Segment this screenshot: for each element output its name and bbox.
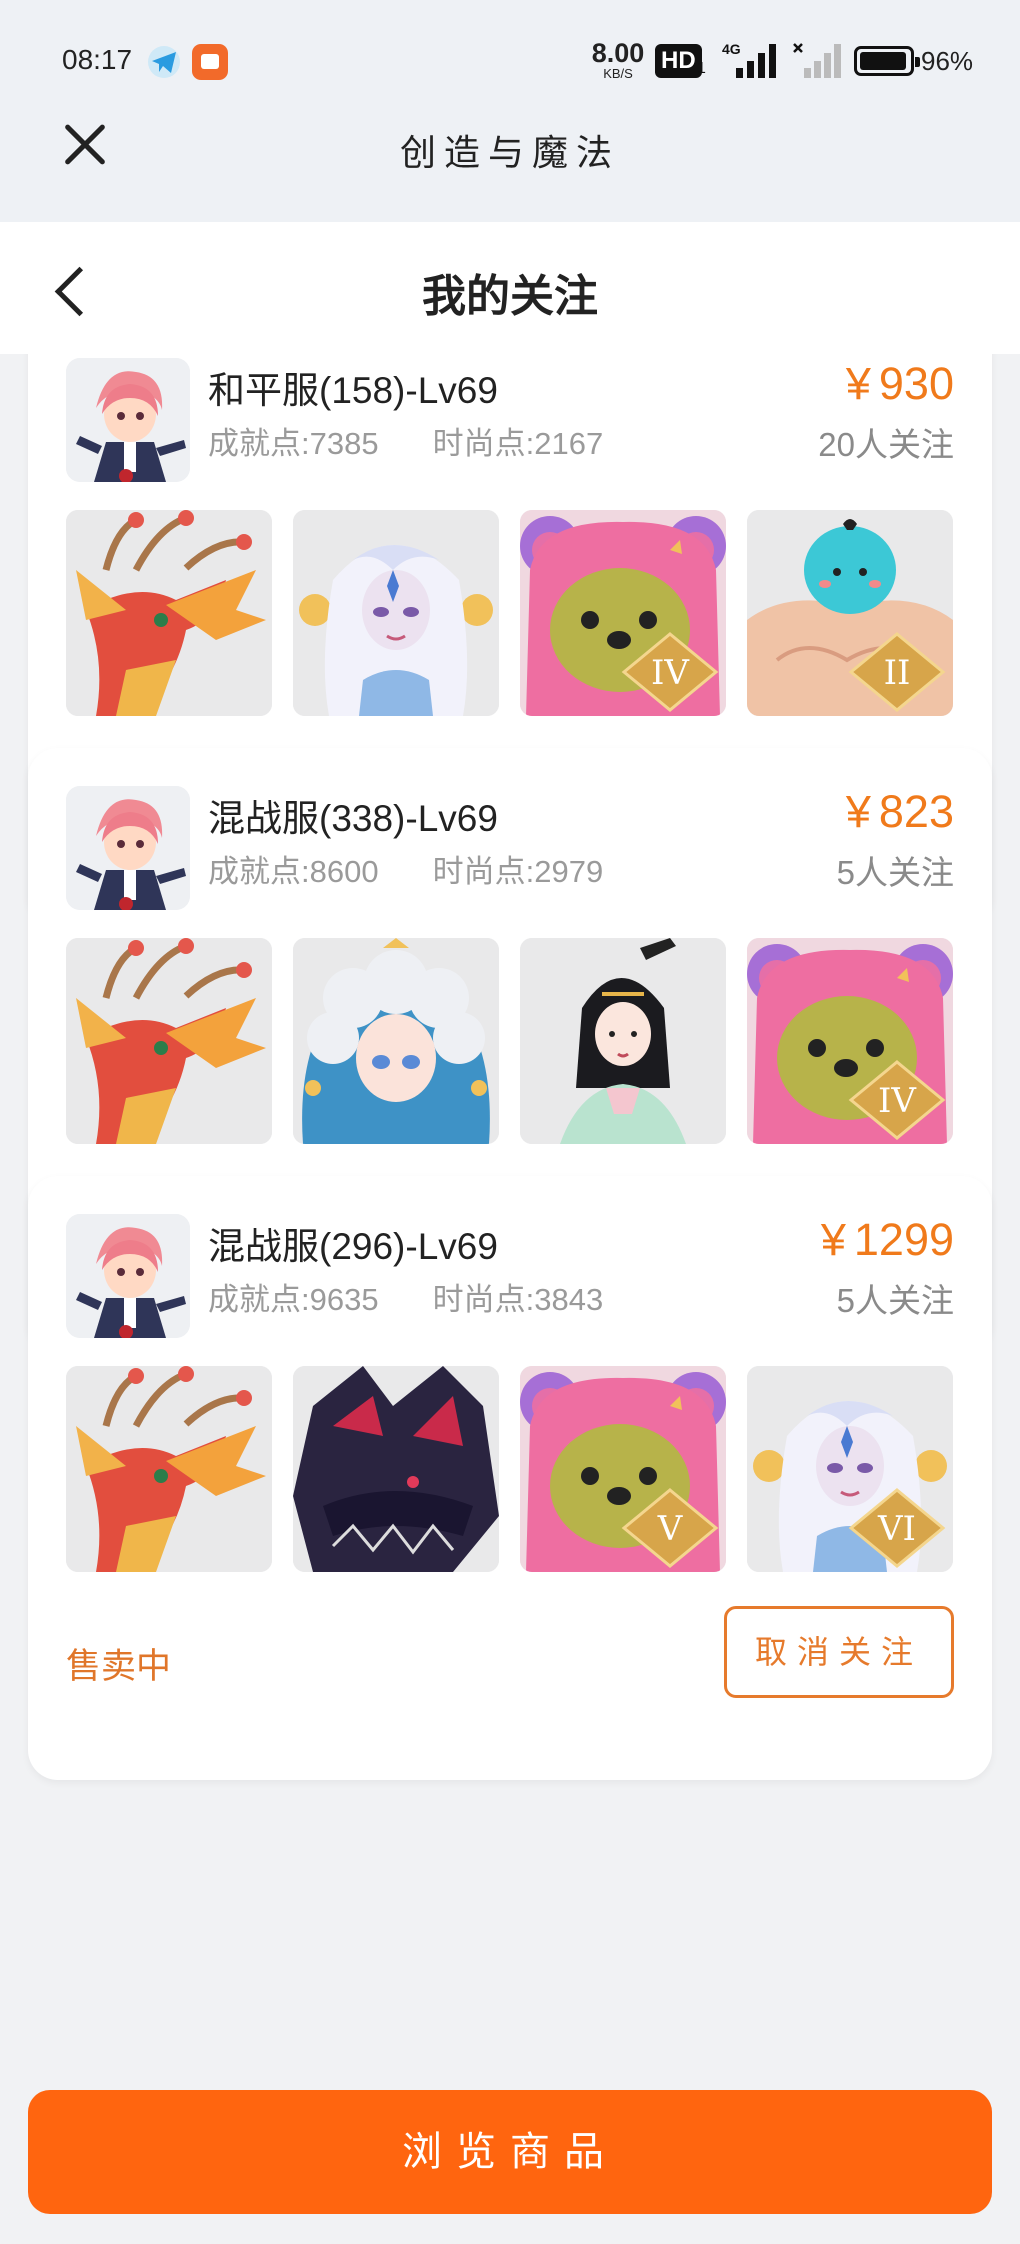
price-value: 1299 xyxy=(853,1214,954,1265)
server-name: 混战服(296)-Lv69 xyxy=(208,1226,498,1267)
fashion-label: 时尚点: xyxy=(432,1282,535,1317)
tier-badge: IV xyxy=(878,1081,917,1121)
price-value: 823 xyxy=(878,786,954,837)
red-dragon-mount-thumbnail[interactable] xyxy=(66,938,272,1144)
red-dragon-mount-thumbnail[interactable] xyxy=(66,510,272,716)
tier-badge: V xyxy=(657,1509,684,1549)
fashion-points: 时尚点:2167 xyxy=(433,426,604,461)
character-stats: 成就点:9635 时尚点:3843 xyxy=(208,1274,603,1319)
achievement-points: 成就点:7385 xyxy=(208,426,379,461)
character-avatar xyxy=(66,1214,190,1338)
follower-count: 5人关注 xyxy=(836,854,954,891)
white-haired-fairy-thumbnail[interactable]: VI xyxy=(747,1366,953,1572)
follower-count: 20人关注 xyxy=(818,426,954,463)
achievement-label: 成就点: xyxy=(208,426,310,461)
browse-products-button[interactable]: 浏览商品 xyxy=(28,2090,992,2214)
battery-fill xyxy=(860,52,906,70)
hd-badge: HD xyxy=(655,44,702,78)
achievement-label: 成就点: xyxy=(208,1282,310,1317)
currency-symbol: ¥ xyxy=(845,786,871,837)
achievement-label: 成就点: xyxy=(208,854,310,889)
fashion-points: 时尚点:3843 xyxy=(433,1282,604,1317)
character-avatar xyxy=(66,786,190,910)
app-title: 创造与魔法 xyxy=(399,133,620,174)
tier-badge: II xyxy=(884,653,911,693)
item-thumbnails: IV II xyxy=(66,510,954,716)
network-speed-unit: KB/S xyxy=(603,66,633,81)
tier-badge: VI xyxy=(877,1509,916,1549)
price: ¥1299 xyxy=(821,1214,954,1266)
fashion-points: 时尚点:2979 xyxy=(433,854,604,889)
price: ¥823 xyxy=(846,786,954,838)
achievement-value: 8600 xyxy=(309,854,379,889)
dark-dragon-mount-thumbnail[interactable] xyxy=(293,1366,499,1572)
achievement-value: 7385 xyxy=(309,426,379,461)
fashion-value: 2979 xyxy=(534,854,604,889)
network-speed-value: 8.00 xyxy=(591,38,645,68)
fashion-label: 时尚点: xyxy=(432,426,535,461)
fashion-label: 时尚点: xyxy=(432,854,535,889)
character-avatar xyxy=(66,358,190,482)
pink-bear-costume-thumbnail[interactable]: IV xyxy=(747,938,953,1144)
server-name: 和平服(158)-Lv69 xyxy=(208,370,498,411)
followed-list[interactable]: 和平服(158)-Lv69 成就点:7385 时尚点:2167 ¥930 20人关… xyxy=(0,354,1020,2064)
unfollow-button[interactable]: 取消关注 xyxy=(724,1606,954,1698)
tier-badge: IV xyxy=(651,653,690,693)
achievement-value: 9635 xyxy=(309,1282,379,1317)
page-title: 我的关注 xyxy=(422,272,598,321)
fashion-value: 3843 xyxy=(534,1282,604,1317)
server-name: 混战服(338)-Lv69 xyxy=(208,798,498,839)
blue-hat-girl-thumbnail[interactable] xyxy=(293,938,499,1144)
item-thumbnails: V VI xyxy=(66,1366,954,1572)
hd-sub: 1 xyxy=(697,60,706,77)
sale-status: 售卖中 xyxy=(66,1647,172,1686)
ancient-style-girl-thumbnail[interactable] xyxy=(520,938,726,1144)
character-stats: 成就点:8600 时尚点:2979 xyxy=(208,846,603,891)
battery-icon xyxy=(854,46,920,76)
signal-4g-icon: 4G xyxy=(718,40,784,80)
white-haired-fairy-thumbnail[interactable] xyxy=(293,510,499,716)
price: ¥930 xyxy=(846,358,954,410)
fashion-value: 2167 xyxy=(534,426,604,461)
telegram-icon xyxy=(146,44,182,80)
listing-card[interactable]: 混战服(296)-Lv69 成就点:9635 时尚点:3843 ¥1299 5人关… xyxy=(28,1176,992,1780)
character-stats: 成就点:7385 时尚点:2167 xyxy=(208,418,603,463)
network-type-label: 4G xyxy=(722,41,741,57)
signal-no-service-icon xyxy=(792,40,842,80)
pink-bear-costume-thumbnail[interactable]: V xyxy=(520,1366,726,1572)
network-speed: 8.00 KB/S xyxy=(588,38,648,81)
currency-symbol: ¥ xyxy=(820,1214,846,1265)
pink-bear-costume-thumbnail[interactable]: IV xyxy=(520,510,726,716)
achievement-points: 成就点:9635 xyxy=(208,1282,379,1317)
item-thumbnails: IV xyxy=(66,938,954,1144)
book-app-icon xyxy=(192,44,228,80)
bird-muscle-costume-thumbnail[interactable]: II xyxy=(747,510,953,716)
battery-percent: 96% xyxy=(921,46,974,76)
red-dragon-mount-thumbnail[interactable] xyxy=(66,1366,272,1572)
follower-count: 5人关注 xyxy=(836,1282,954,1319)
achievement-points: 成就点:8600 xyxy=(208,854,379,889)
price-value: 930 xyxy=(878,358,954,409)
status-time: 08:17 xyxy=(62,44,133,75)
status-bar: 08:17 8.00 KB/S HD 1 4G 96% xyxy=(0,0,1020,120)
currency-symbol: ¥ xyxy=(845,358,871,409)
